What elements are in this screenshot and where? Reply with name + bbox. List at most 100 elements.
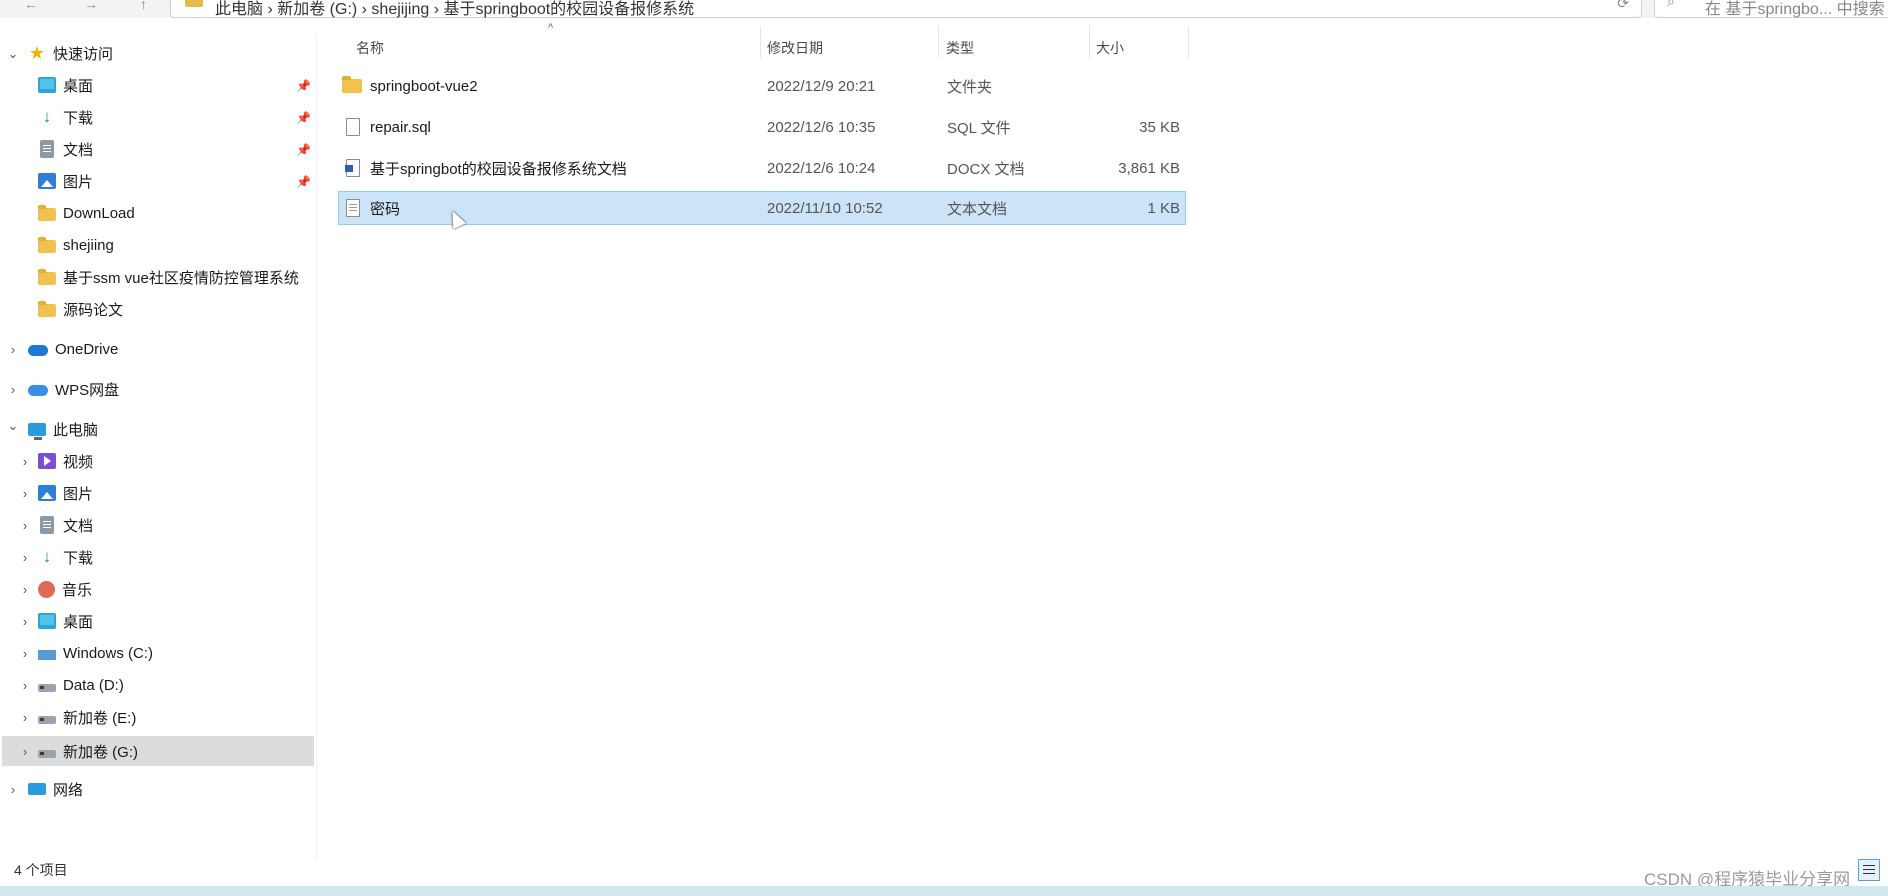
pin-icon[interactable]: 📌 [296, 175, 311, 189]
sidebar-item-label: 新加卷 (E:) [63, 709, 137, 727]
sidebar-item-label: 视频 [63, 453, 94, 471]
chevron-right-icon[interactable]: › [18, 582, 32, 597]
folder-icon [38, 300, 56, 317]
column-divider[interactable] [1089, 26, 1090, 58]
forward-icon[interactable]: → [84, 0, 98, 12]
sidebar-item-label: 下载 [63, 549, 94, 567]
file-row-selected[interactable]: 密码 2022/11/10 10:52 文本文档 1 KB [338, 191, 1186, 225]
sidebar-item-label: OneDrive [55, 340, 119, 358]
pictures-icon [38, 485, 56, 501]
file-size: 35 KB [1139, 118, 1180, 136]
back-icon[interactable]: ← [24, 0, 38, 12]
sidebar-item-source-papers[interactable]: 源码论文 [38, 294, 123, 324]
sort-up-icon: ^ [548, 22, 554, 34]
up-icon[interactable]: ↑ [140, 0, 147, 12]
file-name: 密码 [370, 200, 401, 218]
sidebar-item-pc-pictures[interactable]: 图片 [38, 478, 93, 508]
text-file-icon [346, 199, 360, 217]
chevron-right-icon[interactable]: › [6, 782, 20, 797]
file-name-cell: 基于springbot的校园设备报修系统文档 [342, 151, 627, 185]
item-count: 4 个项目 [14, 862, 68, 878]
sidebar-item-onedrive[interactable]: OneDrive [28, 334, 118, 364]
windows-drive-icon [38, 650, 56, 660]
sidebar-item-label: 图片 [63, 173, 94, 191]
file-type: 文件夹 [947, 78, 993, 96]
chevron-right-icon[interactable]: › [18, 646, 32, 661]
sidebar-item-music[interactable]: 音乐 [38, 574, 92, 604]
file-size [1098, 69, 1180, 103]
file-date: 2022/12/6 10:35 [767, 118, 876, 136]
chevron-down-icon[interactable]: ⌄ [6, 418, 20, 434]
pin-icon[interactable]: 📌 [296, 79, 311, 93]
sidebar-item-drive-g[interactable]: › 新加卷 (G:) [2, 736, 314, 766]
chevron-right-icon[interactable]: › [18, 454, 32, 469]
sidebar-item-pictures[interactable]: 图片 [38, 166, 93, 196]
sidebar-item-drive-d[interactable]: Data (D:) [38, 670, 124, 700]
column-divider[interactable] [760, 26, 761, 58]
file-name-cell: springboot-vue2 [342, 69, 478, 103]
chevron-right-icon[interactable]: › [18, 710, 32, 725]
network-icon [28, 783, 46, 795]
sidebar-item-label: Data (D:) [63, 676, 124, 694]
chevron-right-icon[interactable]: › [6, 342, 20, 357]
sidebar-item-label: 文档 [63, 517, 94, 535]
address-bar[interactable]: 此电脑 › 新加卷 (G:) › shejijing › 基于springboo… [170, 0, 1642, 18]
docx-icon [345, 159, 360, 177]
sidebar-item-wps[interactable]: WPS网盘 [28, 374, 119, 404]
address-path: 此电脑 › 新加卷 (G:) › shejijing › 基于springboo… [215, 1, 695, 18]
file-date: 2022/11/10 10:52 [767, 199, 883, 217]
sidebar-item-pc-downloads[interactable]: ↓ 下载 [38, 542, 93, 572]
details-view-icon[interactable] [1858, 859, 1880, 881]
chevron-right-icon[interactable]: › [6, 382, 20, 397]
download-icon: ↓ [42, 547, 52, 566]
download-icon: ↓ [42, 107, 52, 126]
column-header-name[interactable]: 名称 [356, 34, 384, 62]
sidebar-item-drive-c[interactable]: Windows (C:) [38, 638, 153, 668]
column-header-date[interactable]: 修改日期 [767, 34, 823, 62]
chevron-right-icon[interactable]: › [18, 678, 32, 693]
pin-icon[interactable]: 📌 [296, 111, 311, 125]
file-row[interactable]: 基于springbot的校园设备报修系统文档 2022/12/6 10:24 D… [338, 151, 1186, 185]
drive-icon [38, 750, 56, 758]
file-row[interactable]: springboot-vue2 2022/12/9 20:21 文件夹 [338, 69, 1186, 103]
top-toolbar: ← → ↑ 此电脑 › 新加卷 (G:) › shejijing › 基于spr… [0, 0, 1888, 18]
sidebar-item-drive-e[interactable]: 新加卷 (E:) [38, 702, 136, 732]
sidebar-item-videos[interactable]: 视频 [38, 446, 93, 476]
sidebar-item-pc-desktop[interactable]: 桌面 [38, 606, 93, 636]
sidebar-item-downloads[interactable]: ↓ 下载 [38, 102, 93, 132]
onedrive-cloud-icon [28, 345, 48, 356]
column-divider[interactable] [938, 26, 939, 58]
file-type: 文本文档 [947, 200, 1008, 218]
chevron-right-icon[interactable]: › [18, 550, 32, 565]
sidebar-item-ssm-vue-folder[interactable]: 基于ssm vue社区疫情防控管理系统 [38, 262, 299, 292]
file-name: repair.sql [370, 118, 431, 136]
file-type: DOCX 文档 [947, 160, 1025, 178]
sidebar-item-shejiing[interactable]: shejiing [38, 230, 114, 260]
chevron-right-icon[interactable]: › [18, 744, 32, 759]
chevron-right-icon[interactable]: › [18, 614, 32, 629]
sidebar-item-quick-access[interactable]: ★ 快速访问 [28, 38, 113, 68]
sidebar-item-download-folder[interactable]: DownLoad [38, 198, 135, 228]
sidebar-item-network[interactable]: 网络 [28, 774, 83, 804]
column-header-type[interactable]: 类型 [946, 34, 974, 62]
chevron-down-icon[interactable]: ⌄ [6, 46, 20, 62]
sidebar-item-label: 此电脑 [53, 421, 99, 439]
pin-icon[interactable]: 📌 [296, 143, 311, 157]
sidebar-item-label: DownLoad [63, 204, 135, 222]
column-header-size[interactable]: 大小 [1096, 34, 1124, 62]
column-divider[interactable] [1188, 26, 1189, 58]
sidebar-item-label: 图片 [63, 485, 94, 503]
chevron-right-icon[interactable]: › [18, 518, 32, 533]
search-box[interactable]: ⌕ 在 基于springbo... 中搜索 [1654, 0, 1888, 18]
sidebar-item-desktop[interactable]: 桌面 [38, 70, 93, 100]
sidebar-item-label: shejiing [63, 236, 114, 254]
sidebar-item-label: Windows (C:) [63, 644, 154, 662]
refresh-icon[interactable]: ⟳ [1617, 0, 1629, 12]
sidebar-item-documents[interactable]: 文档 [38, 134, 93, 164]
sidebar-item-label: 文档 [63, 141, 94, 159]
sidebar-item-this-pc[interactable]: 此电脑 [28, 414, 98, 444]
chevron-right-icon[interactable]: › [18, 486, 32, 501]
file-row[interactable]: repair.sql 2022/12/6 10:35 SQL 文件 35 KB [338, 110, 1186, 144]
sidebar-item-label: 音乐 [62, 581, 93, 599]
sidebar-item-pc-documents[interactable]: 文档 [38, 510, 93, 540]
